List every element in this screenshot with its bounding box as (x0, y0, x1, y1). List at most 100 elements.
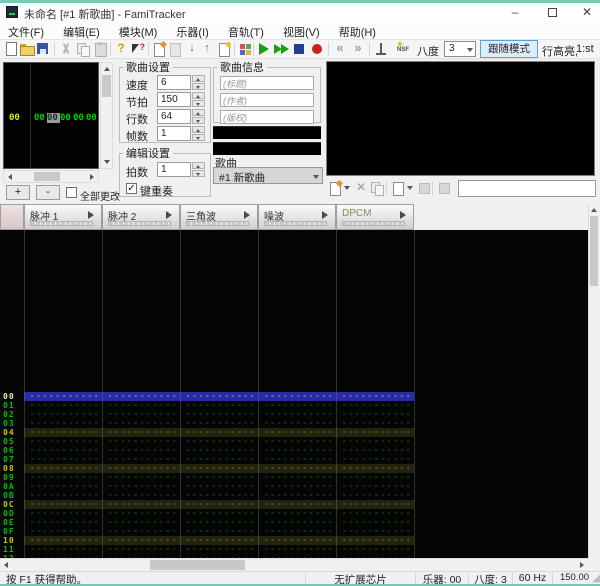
pattern-cell[interactable]: ----------- (102, 527, 180, 536)
pattern-cell[interactable]: ----------- (258, 536, 336, 545)
pattern-cell[interactable]: ----------- (102, 509, 180, 518)
frame-editor[interactable]: 00 00 00 00 00 00 (3, 62, 99, 169)
pattern-row-04[interactable]: 04--------------------------------------… (0, 428, 414, 437)
clone-frame-icon[interactable] (216, 41, 232, 57)
remove-frame-button[interactable]: - (36, 185, 60, 200)
pattern-cell[interactable]: ----------- (336, 527, 414, 536)
tempo-stepper[interactable] (192, 92, 205, 107)
pattern-cell[interactable]: ----------- (258, 518, 336, 527)
add-frame-button[interactable]: + (6, 185, 30, 200)
scroll-down-icon[interactable] (104, 160, 110, 164)
open-file-icon[interactable] (19, 41, 35, 57)
pattern-cell[interactable]: ----------- (180, 446, 258, 455)
channel-header-triangle[interactable]: 三角波 (180, 204, 258, 230)
menu-edit[interactable]: 编辑(E) (55, 22, 108, 40)
minimize-button[interactable]: – (500, 4, 530, 22)
pattern-cell[interactable]: ----------- (24, 455, 102, 464)
pattern-cell[interactable]: ----------- (24, 527, 102, 536)
paste-icon[interactable] (92, 41, 108, 57)
song-select[interactable]: #1 新歌曲 (213, 167, 323, 184)
pattern-cell[interactable]: ----------- (180, 545, 258, 554)
pattern-row-11[interactable]: 11--------------------------------------… (0, 545, 414, 554)
new-instrument-icon[interactable] (327, 180, 343, 196)
spin-down-icon[interactable] (192, 83, 205, 90)
pattern-cell[interactable]: ----------- (258, 428, 336, 437)
pattern-cell[interactable]: ----------- (102, 455, 180, 464)
pattern-vertical-scrollbar[interactable] (588, 204, 600, 558)
change-all-checkbox[interactable] (66, 187, 77, 198)
menu-view[interactable]: 视图(V) (275, 22, 328, 40)
scroll-right-icon[interactable] (90, 174, 94, 180)
frame-vertical-scrollbar[interactable] (100, 62, 113, 169)
pattern-row-08[interactable]: 08--------------------------------------… (0, 464, 414, 473)
frame-horizontal-scrollbar[interactable] (3, 170, 99, 183)
pattern-cell[interactable]: ----------- (258, 500, 336, 509)
pattern-cell[interactable]: ----------- (258, 419, 336, 428)
beat-input[interactable]: 1 (157, 162, 191, 177)
pattern-cell[interactable]: ----------- (24, 446, 102, 455)
pattern-cell[interactable]: ----------- (180, 473, 258, 482)
close-button[interactable]: ✕ (572, 4, 600, 22)
pattern-cell[interactable]: ----------- (24, 419, 102, 428)
pattern-cell[interactable]: ----------- (24, 428, 102, 437)
stop-icon[interactable] (291, 41, 307, 57)
pattern-cell[interactable]: ----------- (336, 455, 414, 464)
rows-stepper[interactable] (192, 109, 205, 124)
remove-instrument-icon[interactable]: ✕ (353, 180, 369, 196)
pattern-cell[interactable]: ----------- (24, 392, 102, 401)
pattern-cell[interactable]: ----------- (258, 509, 336, 518)
copy-icon[interactable] (75, 41, 91, 57)
pattern-row-05[interactable]: 05--------------------------------------… (0, 437, 414, 446)
menu-track[interactable]: 音轨(T) (220, 22, 272, 40)
pattern-row-02[interactable]: 02--------------------------------------… (0, 410, 414, 419)
spin-down-icon[interactable] (192, 117, 205, 124)
frame-row-00[interactable]: 00 00 00 00 00 00 (4, 112, 98, 124)
pattern-cell[interactable]: ----------- (258, 401, 336, 410)
cut-icon[interactable] (58, 41, 74, 57)
pattern-cell[interactable]: ----------- (336, 437, 414, 446)
pattern-row-10[interactable]: 10--------------------------------------… (0, 536, 414, 545)
pattern-cell[interactable]: ----------- (102, 464, 180, 473)
pattern-cell[interactable]: ----------- (258, 527, 336, 536)
maximize-button[interactable] (537, 4, 567, 22)
pattern-cell[interactable]: ----------- (180, 491, 258, 500)
pattern-cell[interactable]: ----------- (258, 437, 336, 446)
pattern-row-06[interactable]: 06--------------------------------------… (0, 446, 414, 455)
pattern-cell[interactable]: ----------- (24, 491, 102, 500)
menu-file[interactable]: 文件(F) (0, 22, 52, 40)
pattern-cell[interactable]: ----------- (336, 401, 414, 410)
move-frame-down-icon[interactable]: ↓ (184, 41, 200, 57)
pattern-cell[interactable]: ----------- (336, 410, 414, 419)
pattern-cell[interactable]: ----------- (102, 536, 180, 545)
spin-down-icon[interactable] (192, 134, 205, 141)
pattern-row-0E[interactable]: 0E--------------------------------------… (0, 518, 414, 527)
pattern-cell[interactable]: ----------- (24, 482, 102, 491)
key-repeat-checkbox[interactable]: ✓ (126, 183, 137, 194)
pattern-cell[interactable]: ----------- (336, 491, 414, 500)
pattern-cell[interactable]: ----------- (180, 536, 258, 545)
frames-stepper[interactable] (192, 126, 205, 141)
beat-stepper[interactable] (192, 162, 205, 177)
pattern-row-07[interactable]: 07--------------------------------------… (0, 455, 414, 464)
pattern-cell[interactable]: ----------- (102, 410, 180, 419)
song-copyright-input[interactable]: (版权) (220, 110, 314, 124)
channel-header-dpcm[interactable]: DPCM (336, 204, 414, 230)
frame-pattern-ch2[interactable]: 00 (47, 113, 60, 123)
pattern-cell[interactable]: ----------- (180, 428, 258, 437)
pattern-cell[interactable]: ----------- (336, 464, 414, 473)
save-file-icon[interactable] (35, 41, 51, 57)
pattern-row-0F[interactable]: 0F--------------------------------------… (0, 527, 414, 536)
next-frame-icon[interactable]: » (350, 41, 366, 57)
play-icon[interactable] (256, 41, 272, 57)
pattern-row-0D[interactable]: 0D--------------------------------------… (0, 509, 414, 518)
pattern-grid[interactable]: 00--------------------------------------… (0, 230, 588, 558)
pattern-cell[interactable]: ----------- (102, 392, 180, 401)
frame-pattern-ch3[interactable]: 00 (60, 113, 73, 123)
spin-up-icon[interactable] (192, 126, 205, 133)
frames-input[interactable]: 1 (157, 126, 191, 141)
pattern-cell[interactable]: ----------- (180, 527, 258, 536)
spin-up-icon[interactable] (192, 75, 205, 82)
speed-input[interactable]: 6 (157, 75, 191, 90)
pattern-cell[interactable]: ----------- (24, 500, 102, 509)
pattern-cell[interactable]: ----------- (102, 500, 180, 509)
